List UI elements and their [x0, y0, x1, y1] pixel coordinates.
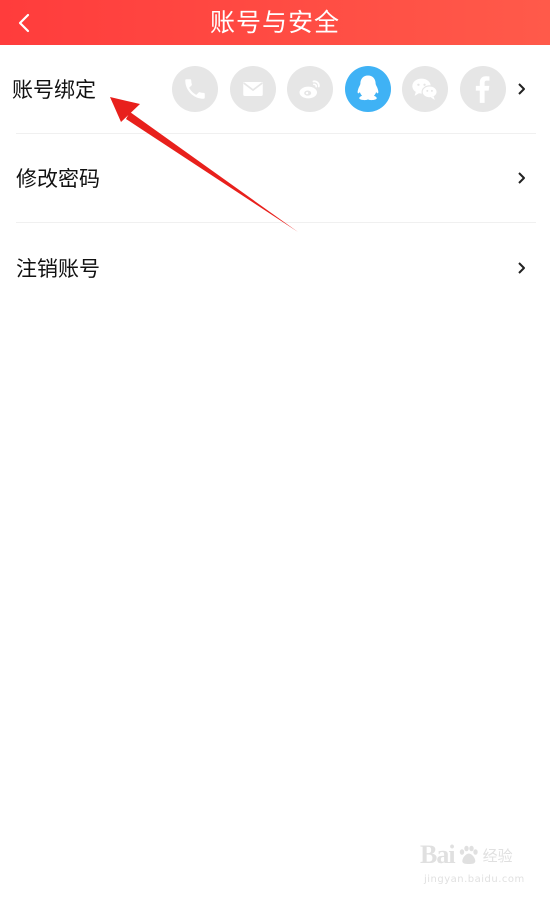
- watermark-logo: Bai 经验: [420, 840, 513, 869]
- paw-icon: [459, 845, 478, 864]
- delete-account-row[interactable]: 注销账号: [16, 223, 536, 312]
- chevron-right-icon: [514, 171, 528, 185]
- row-label-account-binding: 账号绑定: [12, 78, 96, 102]
- account-security-screen: 账号与安全 账号绑定 修改密码 注销账号 Bai 经验 jingyan.baid…: [0, 0, 550, 900]
- bind-facebook-button[interactable]: [459, 66, 506, 112]
- qq-icon: [357, 75, 378, 101]
- binding-icons: [172, 66, 506, 112]
- account-binding-row[interactable]: 账号绑定: [12, 45, 536, 134]
- back-button[interactable]: [4, 0, 44, 45]
- bind-phone-button[interactable]: [172, 66, 218, 112]
- weibo-icon: [299, 80, 320, 99]
- facebook-icon: [475, 76, 489, 103]
- bind-weibo-button[interactable]: [287, 66, 333, 112]
- page-title: 账号与安全: [209, 8, 340, 37]
- wechat-icon: [412, 78, 438, 100]
- change-password-row[interactable]: 修改密码: [16, 134, 536, 223]
- phone-icon: [185, 79, 205, 99]
- bind-wechat-button[interactable]: [402, 66, 448, 112]
- header-bar: 账号与安全: [0, 0, 550, 45]
- watermark-url: jingyan.baidu.com: [424, 874, 525, 885]
- baidu-jingyan-watermark: Bai 经验 jingyan.baidu.com: [420, 838, 530, 890]
- bind-qq-button[interactable]: [344, 66, 391, 112]
- row-label-delete-account: 注销账号: [16, 256, 100, 281]
- bind-mail-button[interactable]: [229, 66, 276, 112]
- mail-icon: [242, 81, 263, 97]
- chevron-right-icon: [514, 261, 528, 275]
- row-label-change-password: 修改密码: [16, 167, 100, 191]
- chevron-left-icon: [18, 13, 30, 32]
- chevron-right-icon: [514, 82, 528, 96]
